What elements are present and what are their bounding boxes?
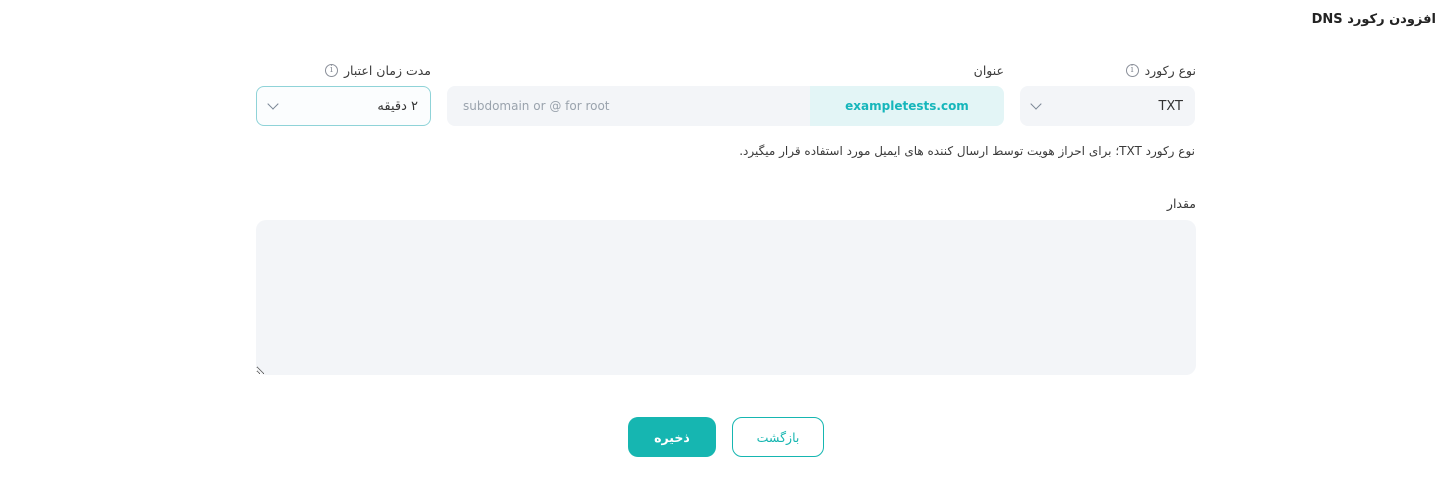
record-name-input-group: exampletests.com [447,86,1004,126]
add-dns-record-page: افزودن رکورد DNS نوع رکورد i عنوان مدت ز… [0,0,1453,480]
value-label-row: مقدار [1167,196,1196,211]
record-type-label-row: نوع رکورد i [1125,63,1196,78]
ttl-label-row: مدت زمان اعتبار i [324,63,431,78]
chevron-down-icon [267,98,279,110]
ttl-select[interactable]: ۲ دقیقه [256,86,431,126]
back-button[interactable]: بازگشت [732,417,824,457]
record-type-label: نوع رکورد [1144,63,1196,78]
record-type-help-text: نوع رکورد TXT؛ برای احراز هویت توسط ارسا… [739,144,1195,158]
record-type-value: TXT [1158,98,1183,114]
chevron-down-icon [1030,98,1042,110]
record-name-label-row: عنوان [974,63,1004,78]
record-name-input[interactable] [447,86,810,126]
info-icon[interactable]: i [1125,64,1139,77]
domain-suffix: exampletests.com [810,86,1004,126]
page-title: افزودن رکورد DNS [1311,12,1436,27]
record-type-select[interactable]: TXT [1020,86,1195,126]
info-icon[interactable]: i [324,64,338,77]
save-button[interactable]: ذخیره [628,417,716,457]
record-name-label: عنوان [973,63,1004,78]
value-label: مقدار [1166,196,1196,211]
value-textarea[interactable] [256,220,1196,375]
ttl-label: مدت زمان اعتبار [343,63,431,78]
ttl-value: ۲ دقیقه [377,98,418,114]
